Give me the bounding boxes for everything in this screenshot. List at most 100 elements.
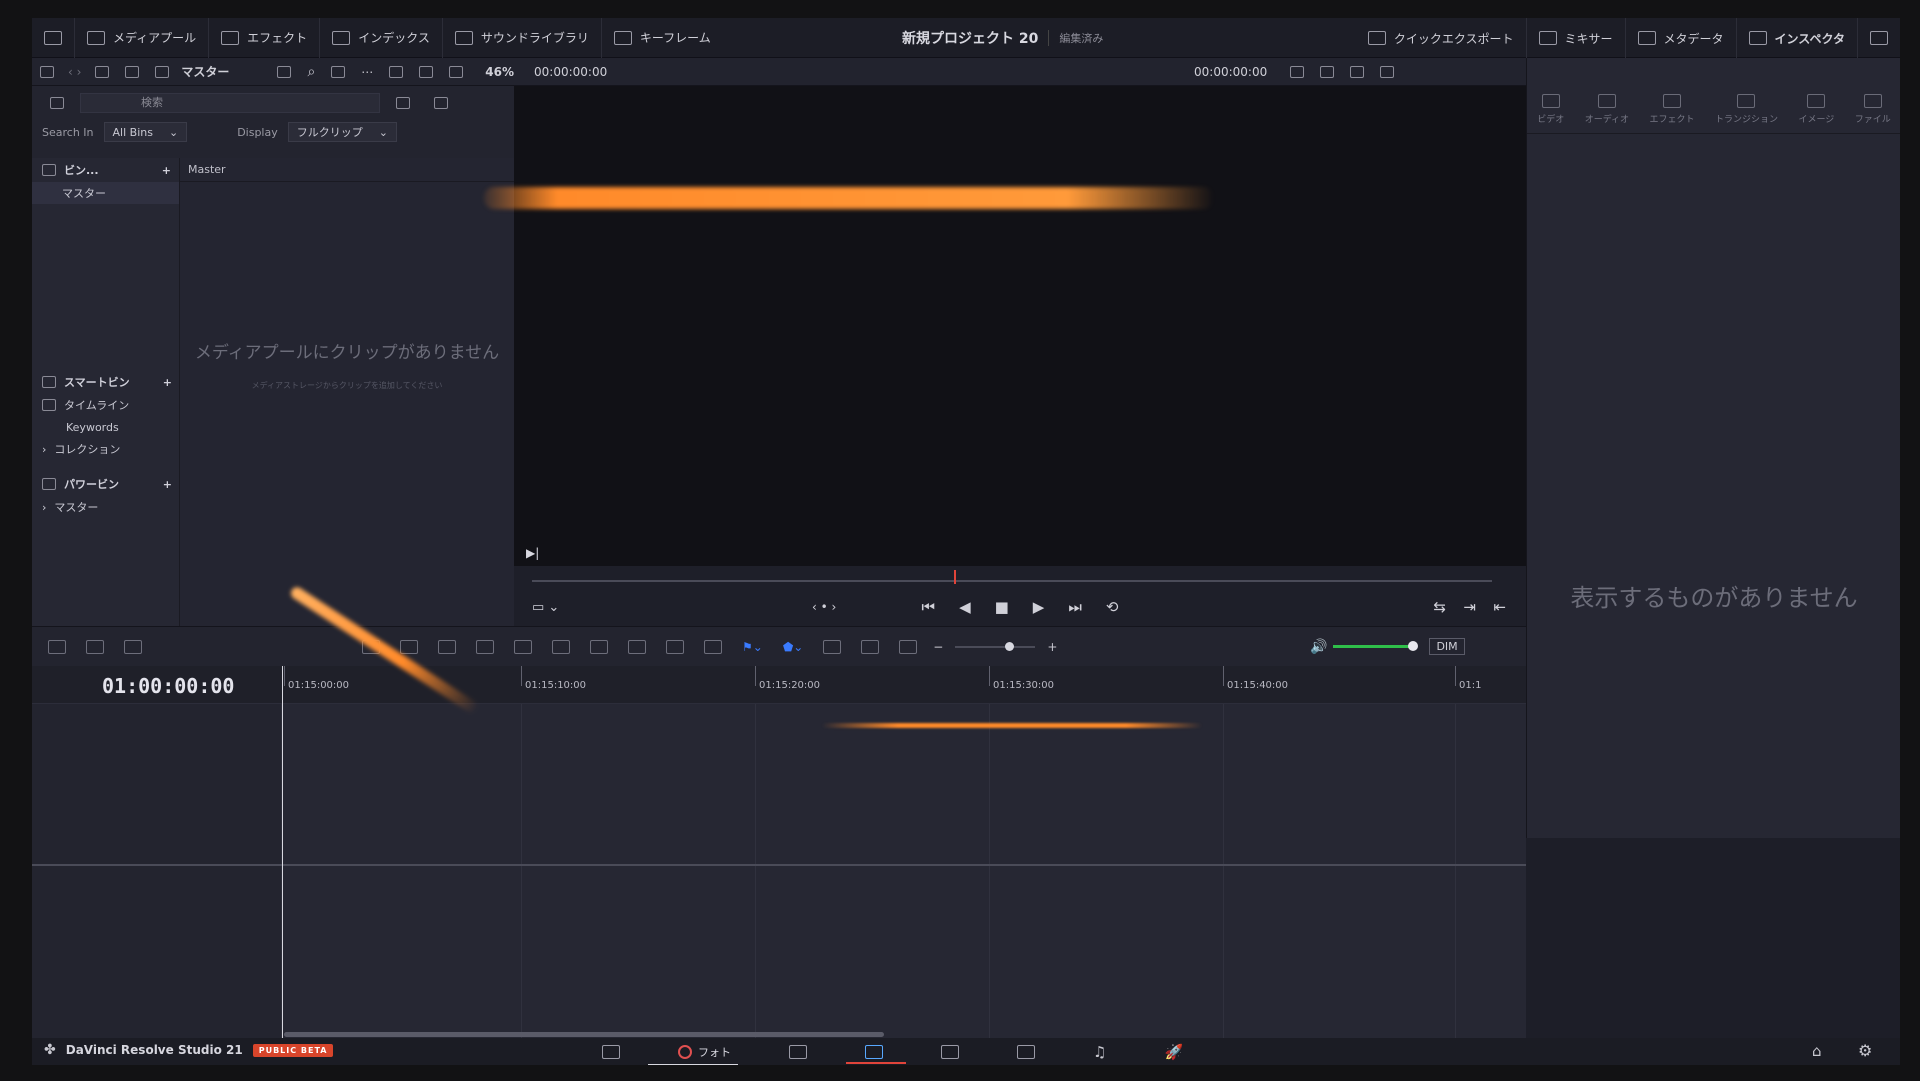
add-smart-bin-icon[interactable]: + bbox=[163, 376, 172, 389]
clip-area[interactable]: Master メディアプールにクリップがありません メディアストレージからクリッ… bbox=[180, 158, 514, 626]
scrub-bar[interactable] bbox=[532, 580, 1492, 582]
go-to-start-icon[interactable]: ⏮ bbox=[922, 598, 936, 616]
media-page-icon[interactable] bbox=[602, 1044, 620, 1059]
grid-view-icon[interactable] bbox=[277, 65, 292, 78]
snapping-icon[interactable] bbox=[628, 639, 646, 654]
deliver-page-icon[interactable]: 🚀 bbox=[1164, 1043, 1183, 1061]
cloud-icon[interactable] bbox=[155, 65, 170, 78]
next-edit-icon[interactable]: ⇥ bbox=[1463, 598, 1476, 616]
replace-clip-icon[interactable] bbox=[590, 639, 608, 654]
loop-icon[interactable]: ⟲ bbox=[1106, 598, 1119, 616]
panel-toggle-button[interactable] bbox=[32, 18, 75, 58]
match-frame-icon[interactable]: ⇆ bbox=[1433, 598, 1446, 616]
sort-icon[interactable] bbox=[331, 65, 346, 78]
keyframe-track-icon[interactable] bbox=[86, 639, 104, 654]
smart-bin-timeline[interactable]: タイムライン bbox=[32, 394, 180, 416]
zoom-slider[interactable] bbox=[955, 641, 1036, 651]
timeline-options-icon[interactable] bbox=[48, 639, 66, 654]
stop-icon[interactable]: ■ bbox=[995, 598, 1009, 616]
zoom-level[interactable]: 46% bbox=[485, 65, 514, 79]
user-icon[interactable] bbox=[434, 97, 448, 109]
sidebar-toggle-icon[interactable] bbox=[40, 65, 54, 78]
search-in-select[interactable]: All Bins ⌄ bbox=[103, 122, 188, 142]
timeline-viewer[interactable]: ▶| bbox=[514, 86, 1526, 566]
media-search-input[interactable]: 検索 bbox=[80, 93, 380, 113]
timeline-tracks[interactable] bbox=[32, 704, 1526, 1038]
settings-gear-icon[interactable]: ⚙ bbox=[1858, 1041, 1872, 1060]
photo-page-tab[interactable]: フォト bbox=[648, 1044, 738, 1065]
blade-tool-icon[interactable] bbox=[438, 639, 456, 654]
viewer-playhead[interactable] bbox=[954, 570, 956, 584]
tab-video[interactable]: ビデオ bbox=[1537, 94, 1564, 125]
fullscreen-button[interactable] bbox=[1858, 18, 1900, 58]
video-audio-separator[interactable] bbox=[32, 864, 1526, 866]
color-page-icon[interactable] bbox=[1017, 1044, 1035, 1059]
bins-header[interactable]: ビン... + bbox=[32, 158, 179, 182]
power-bins-header[interactable]: パワービン + bbox=[32, 472, 180, 496]
add-power-bin-icon[interactable]: + bbox=[163, 478, 172, 491]
dynamic-trim-icon[interactable] bbox=[476, 639, 494, 654]
bin-item-master[interactable]: マスター bbox=[32, 182, 179, 204]
jog-control[interactable]: ‹ • › bbox=[812, 600, 836, 614]
tab-transition[interactable]: トランジション bbox=[1715, 94, 1778, 125]
play-reverse-icon[interactable]: ◀ bbox=[959, 598, 971, 616]
crop-select-icon[interactable]: ▭ ⌄ bbox=[532, 600, 559, 615]
transform-icon[interactable] bbox=[1320, 65, 1334, 78]
fairlight-page-icon[interactable]: ♫ bbox=[1093, 1043, 1106, 1061]
flag-icon[interactable]: ⚑⌄ bbox=[742, 640, 763, 654]
crop-icon[interactable] bbox=[1350, 65, 1364, 78]
timeline-ruler[interactable]: 01:00:00:00 01:15:00:00 01:15:10:00 01:1… bbox=[32, 666, 1526, 704]
index-button[interactable]: インデックス bbox=[320, 18, 443, 58]
edit-page-icon[interactable] bbox=[846, 1044, 906, 1064]
back-forward-nav[interactable]: ‹ › bbox=[68, 65, 81, 79]
insert-clip-icon[interactable] bbox=[514, 639, 532, 654]
lock-icon[interactable] bbox=[704, 639, 722, 654]
effects-button[interactable]: エフェクト bbox=[209, 18, 321, 58]
timeline-scrollbar[interactable] bbox=[284, 1032, 884, 1037]
metadata-button[interactable]: メタデータ bbox=[1626, 18, 1737, 58]
volume-knob[interactable] bbox=[1408, 641, 1419, 651]
media-pool-button[interactable]: メディアプール bbox=[75, 18, 210, 58]
display-select[interactable]: フルクリップ ⌄ bbox=[287, 122, 397, 142]
inspector-button[interactable]: インスペクタ bbox=[1737, 18, 1858, 58]
trim-tool-icon[interactable] bbox=[400, 639, 418, 654]
speaker-icon[interactable]: 🔊 bbox=[1310, 639, 1327, 655]
search-icon[interactable]: ⌕ bbox=[307, 64, 315, 80]
viewer-size-icon[interactable] bbox=[449, 65, 464, 78]
zoom-full-icon[interactable] bbox=[823, 639, 842, 654]
color-wheel-icon[interactable] bbox=[1380, 65, 1394, 78]
jump-to-end-icon[interactable]: ▶| bbox=[526, 546, 539, 560]
power-bin-master[interactable]: › マスター bbox=[32, 496, 180, 518]
cut-page-icon[interactable] bbox=[789, 1044, 807, 1059]
safe-area-icon[interactable] bbox=[1290, 65, 1304, 78]
filter-icon[interactable] bbox=[50, 97, 64, 109]
smart-bin-collection[interactable]: › コレクション bbox=[32, 438, 180, 460]
overwrite-clip-icon[interactable] bbox=[552, 639, 570, 654]
volume-slider[interactable] bbox=[1333, 641, 1419, 651]
smart-bins-header[interactable]: スマートビン + bbox=[32, 370, 180, 394]
marker-icon[interactable]: ⬟⌄ bbox=[783, 640, 803, 654]
tab-file[interactable]: ファイル bbox=[1855, 94, 1891, 125]
prev-edit-icon[interactable]: ⇤ bbox=[1493, 598, 1506, 616]
sound-library-button[interactable]: サウンドライブラリ bbox=[443, 18, 602, 58]
zoom-out-icon[interactable]: − bbox=[933, 640, 943, 654]
zoom-detail-icon[interactable] bbox=[861, 639, 880, 654]
tab-audio[interactable]: オーディオ bbox=[1585, 94, 1629, 125]
add-bin-icon[interactable]: + bbox=[162, 164, 171, 177]
quick-export-button[interactable]: クイックエクスポート bbox=[1356, 18, 1527, 58]
zoom-knob[interactable] bbox=[1005, 641, 1015, 651]
timeline-playhead[interactable] bbox=[282, 666, 283, 1038]
new-bin-icon[interactable] bbox=[396, 97, 410, 109]
tab-effects[interactable]: エフェクト bbox=[1650, 94, 1695, 125]
viewer-layout-icon[interactable] bbox=[389, 65, 404, 78]
fusion-page-icon[interactable] bbox=[941, 1044, 959, 1059]
linked-selection-icon[interactable] bbox=[666, 639, 684, 654]
smart-bin-keywords[interactable]: Keywords bbox=[32, 416, 180, 438]
viewer-mode-icon[interactable] bbox=[419, 65, 434, 78]
play-icon[interactable]: ▶ bbox=[1033, 598, 1045, 616]
voiceover-icon[interactable] bbox=[124, 639, 142, 654]
go-to-end-icon[interactable]: ⏭ bbox=[1068, 598, 1082, 616]
keyframes-button[interactable]: キーフレーム bbox=[602, 18, 723, 58]
tab-image[interactable]: イメージ bbox=[1798, 94, 1834, 125]
dim-button[interactable]: DIM bbox=[1429, 638, 1465, 655]
